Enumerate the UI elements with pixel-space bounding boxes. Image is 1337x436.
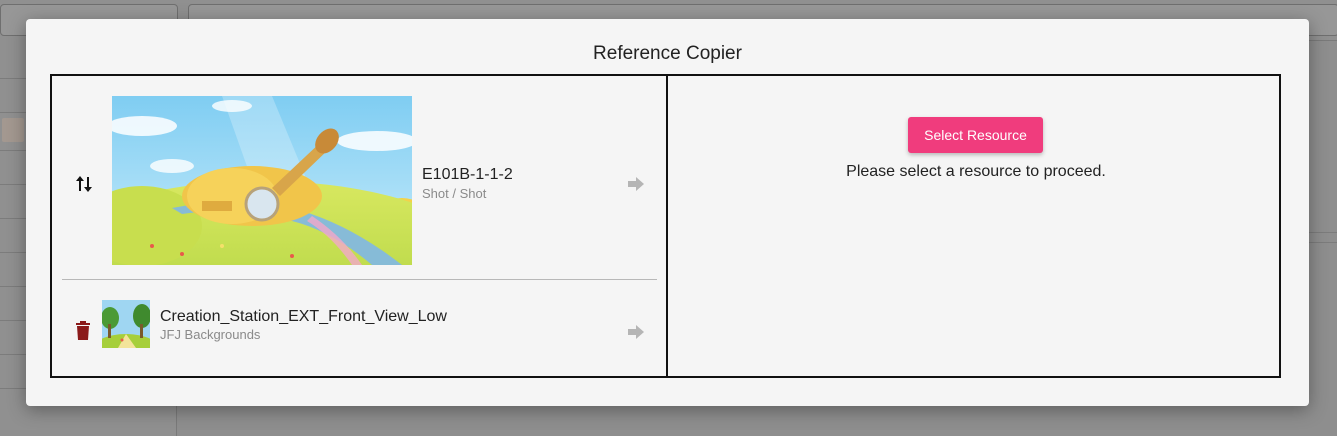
target-column: Select Resource Please select a resource… <box>668 76 1279 376</box>
swap-vertical-icon[interactable] <box>74 173 94 195</box>
shot-type: Shot / Shot <box>422 186 487 201</box>
asset-name: Creation_Station_EXT_Front_View_Low <box>160 308 447 325</box>
reference-copier-modal: Reference Copier E101B-1-1-2 Shot / Shot… <box>26 19 1309 406</box>
background-avatar <box>2 118 24 142</box>
arrow-right-icon[interactable] <box>627 176 645 192</box>
shot-name: E101B-1-1-2 <box>422 166 513 183</box>
background-row-divider <box>1307 242 1337 243</box>
select-resource-button[interactable]: Select Resource <box>908 117 1043 153</box>
background-row-divider <box>1307 232 1337 233</box>
modal-content: E101B-1-1-2 Shot / Shot Creation_Station… <box>50 74 1281 378</box>
trash-icon[interactable] <box>75 321 91 341</box>
modal-title: Reference Copier <box>593 43 742 64</box>
shot-thumbnail <box>112 96 412 265</box>
source-column: E101B-1-1-2 Shot / Shot Creation_Station… <box>52 76 668 376</box>
asset-type: JFJ Backgrounds <box>160 327 261 342</box>
arrow-right-icon[interactable] <box>627 324 645 340</box>
select-resource-message: Please select a resource to proceed. <box>846 163 1106 180</box>
row-divider <box>62 279 657 280</box>
asset-thumbnail <box>102 300 150 348</box>
